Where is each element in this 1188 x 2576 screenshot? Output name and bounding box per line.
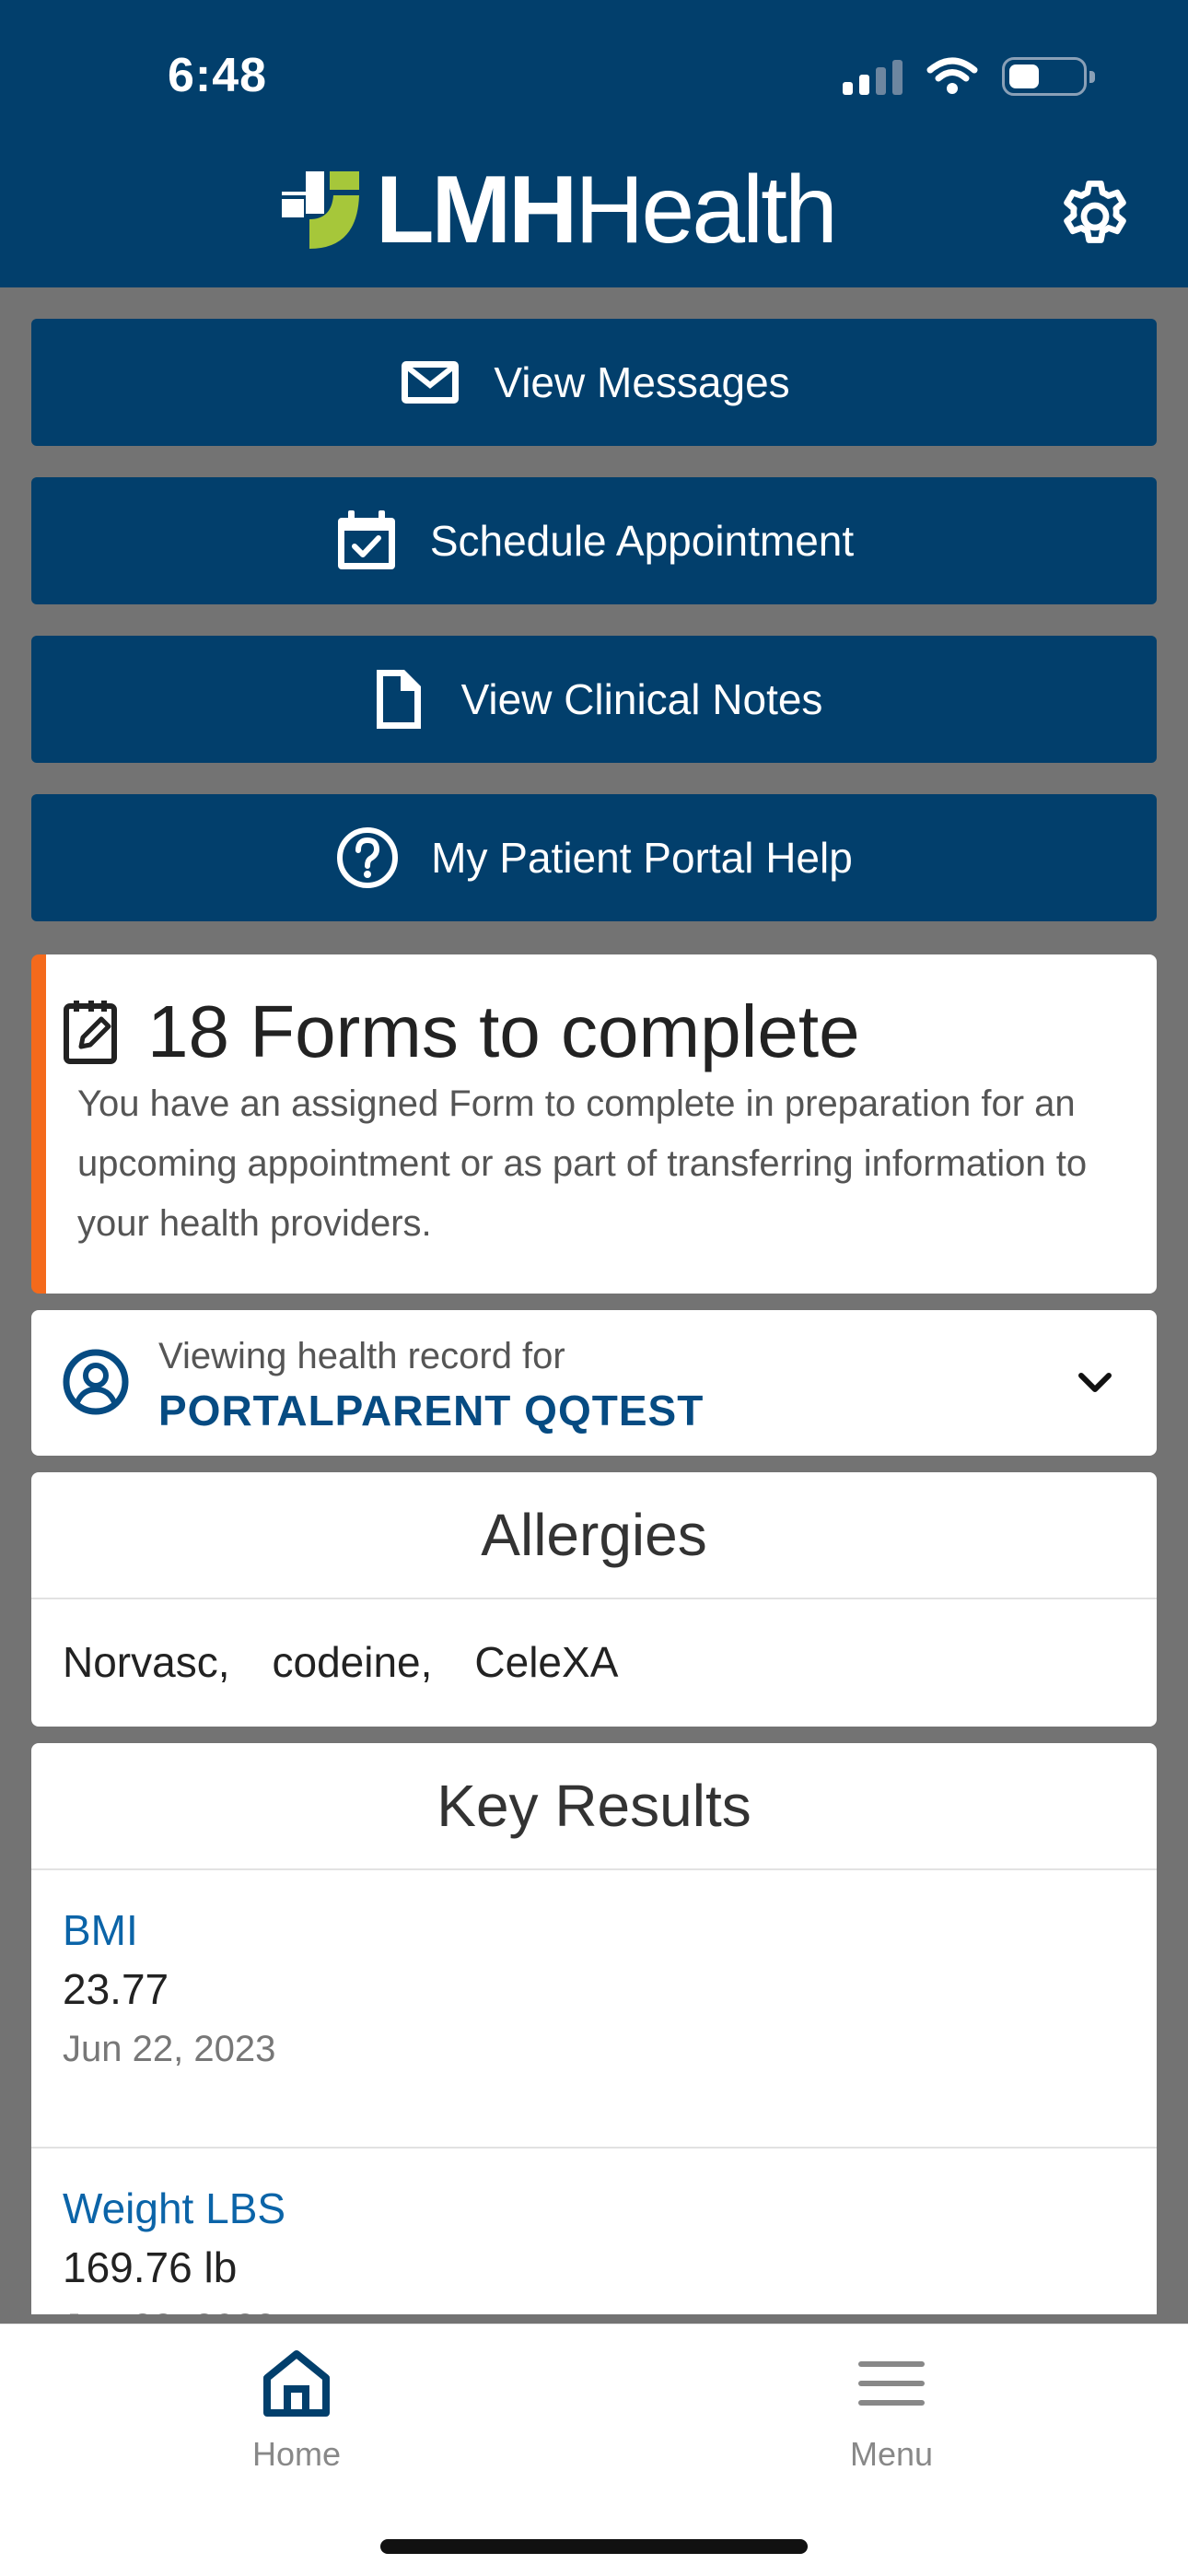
viewing-label: Viewing health record for bbox=[158, 1336, 565, 1376]
settings-gear-icon[interactable] bbox=[1054, 175, 1136, 258]
home-indicator[interactable] bbox=[380, 2539, 808, 2554]
result-item-weight[interactable]: Weight LBS 169.76 lb Jun 22, 2023 bbox=[31, 2149, 1157, 2314]
logo-mark-icon bbox=[282, 171, 359, 249]
allergy-list: Norvasc, codeine, CeleXA bbox=[31, 1599, 1157, 1725]
allergy-item: CeleXA bbox=[474, 1638, 619, 1686]
tab-home[interactable]: Home bbox=[158, 2345, 435, 2474]
allergies-card: Allergies Norvasc, codeine, CeleXA bbox=[31, 1472, 1157, 1727]
bottom-tab-bar: Home Menu bbox=[0, 2324, 1188, 2576]
form-edit-icon bbox=[64, 1001, 117, 1064]
document-icon bbox=[376, 670, 421, 729]
view-messages-button[interactable]: View Messages bbox=[31, 319, 1157, 446]
tab-home-label: Home bbox=[251, 2435, 342, 2473]
patient-portal-help-label: My Patient Portal Help bbox=[431, 834, 853, 882]
chevron-down-icon bbox=[1078, 1373, 1112, 1392]
view-clinical-notes-button[interactable]: View Clinical Notes bbox=[31, 636, 1157, 763]
status-time: 6:48 bbox=[168, 49, 268, 102]
envelope-icon bbox=[402, 361, 460, 404]
forms-description: You have an assigned Form to complete in… bbox=[77, 1083, 1088, 1244]
result-name: BMI bbox=[63, 1906, 138, 1954]
allergies-title: Allergies bbox=[31, 1472, 1157, 1599]
view-clinical-notes-label: View Clinical Notes bbox=[460, 675, 823, 723]
patient-portal-help-button[interactable]: My Patient Portal Help bbox=[31, 794, 1157, 921]
logo-text-bold: LMH bbox=[376, 157, 577, 263]
screen: 6:48 LMHHealth View Messages Schedule Ap… bbox=[0, 0, 1188, 2576]
home-icon bbox=[263, 2350, 330, 2417]
status-icons bbox=[843, 57, 1095, 96]
forms-title: 18 Forms to complete bbox=[147, 990, 860, 1072]
result-item-bmi[interactable]: BMI 23.77 Jun 22, 2023 bbox=[31, 1870, 1157, 2149]
key-results-title: Key Results bbox=[31, 1743, 1157, 1870]
result-name: Weight LBS bbox=[63, 2184, 286, 2232]
hamburger-menu-icon bbox=[858, 2361, 925, 2406]
allergy-item: codeine, bbox=[272, 1638, 433, 1686]
cellular-signal-icon bbox=[843, 58, 903, 95]
result-value: 23.77 bbox=[63, 1965, 169, 2013]
health-record-selector[interactable]: Viewing health record for PORTALPARENT Q… bbox=[31, 1310, 1157, 1456]
schedule-appointment-button[interactable]: Schedule Appointment bbox=[31, 477, 1157, 604]
user-circle-icon bbox=[63, 1349, 129, 1415]
app-header: 6:48 LMHHealth bbox=[0, 0, 1188, 287]
key-results-card: Key Results BMI 23.77 Jun 22, 2023 Weigh… bbox=[31, 1743, 1157, 2314]
lmh-health-logo: LMHHealth bbox=[278, 162, 838, 258]
allergy-item: Norvasc, bbox=[63, 1638, 230, 1686]
help-circle-icon bbox=[337, 827, 399, 888]
view-messages-label: View Messages bbox=[494, 358, 790, 406]
result-value: 169.76 lb bbox=[63, 2243, 238, 2291]
result-date: Jun 22, 2023 bbox=[63, 2029, 276, 2069]
logo-text-light: Health bbox=[575, 157, 838, 263]
forms-to-complete-card[interactable]: 18 Forms to complete You have an assigne… bbox=[31, 954, 1157, 1294]
tab-menu[interactable]: Menu bbox=[753, 2345, 1030, 2474]
result-date: Jun 22, 2023 bbox=[63, 2307, 275, 2314]
calendar-check-icon bbox=[337, 510, 395, 569]
wifi-icon bbox=[926, 57, 978, 94]
schedule-appointment-label: Schedule Appointment bbox=[429, 517, 855, 565]
patient-name: PORTALPARENT QQTEST bbox=[158, 1387, 705, 1434]
battery-icon bbox=[1002, 57, 1095, 96]
tab-menu-label: Menu bbox=[849, 2435, 934, 2473]
